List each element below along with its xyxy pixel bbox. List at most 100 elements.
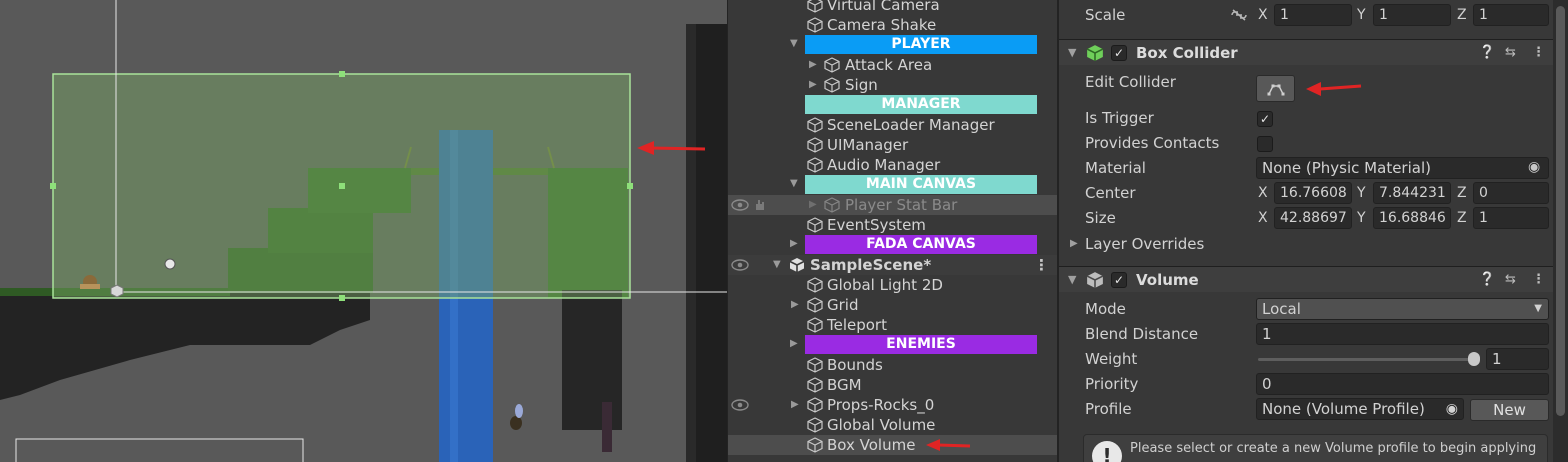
gameobject-cube-icon [807,357,823,373]
hierarchy-item-eventsystem[interactable]: EventSystem [728,215,1057,235]
hierarchy-item-global-light-2d[interactable]: Global Light 2D [728,275,1057,295]
expand-arrow-icon[interactable]: ▶ [790,334,798,354]
hierarchy-item-bounds[interactable]: Bounds [728,355,1057,375]
scrollbar-thumb[interactable] [1556,6,1565,416]
scale-x-field[interactable]: 1 [1274,4,1352,26]
profile-object-field[interactable]: None (Volume Profile) ◉ [1256,398,1464,420]
center-y-field[interactable]: 7.844231 [1373,182,1451,204]
hierarchy-item-sceneloader-manager[interactable]: SceneLoader Manager [728,115,1057,135]
preset-sliders-icon[interactable]: ⇆ [1505,43,1516,63]
scale-label: Scale [1085,6,1126,24]
hierarchy-item-player-stat-bar[interactable]: ▶ Player Stat Bar [728,195,1057,215]
volume-header[interactable]: ▼ ✓ Volume ❔ ⇆ ⋮ [1059,266,1568,292]
scale-z-field[interactable]: 1 [1473,4,1549,26]
preset-sliders-icon[interactable]: ⇆ [1505,270,1516,290]
inspector-panel[interactable]: Scale X 1 Y 1 Z 1 ▼ ✓ Box Collider ❔ ⇆ ⋮… [1057,0,1568,462]
hierarchy-item-label: Camera Shake [827,16,937,34]
inspector-scrollbar[interactable] [1553,0,1568,462]
hierarchy-header-main-canvas[interactable]: ▼ MAIN CANVAS [728,174,1057,194]
expand-arrow-icon[interactable]: ▶ [809,195,817,215]
hierarchy-item-label: EventSystem [827,216,926,234]
priority-field[interactable]: 0 [1256,373,1549,395]
visibility-eye-icon[interactable] [731,397,749,413]
pick-disabled-hand-icon[interactable] [753,198,767,212]
expand-arrow-icon[interactable]: ▶ [791,395,799,415]
size-y-field[interactable]: 16.68846 [1373,207,1451,229]
constrain-proportions-link-icon[interactable] [1230,8,1248,22]
new-profile-button[interactable]: New [1470,399,1549,421]
expand-arrow-icon[interactable]: ▼ [773,255,781,275]
gameobject-cube-icon [807,437,823,453]
object-picker-icon[interactable]: ◉ [1528,159,1540,175]
component-menu-kebab-icon[interactable]: ⋮ [1532,43,1545,63]
weight-slider-thumb[interactable] [1468,352,1480,366]
gameobject-cube-icon [807,17,823,33]
visibility-eye-icon[interactable] [731,257,749,273]
hierarchy-item-attack-area[interactable]: ▶ Attack Area [728,55,1057,75]
help-icon[interactable]: ❔ [1479,270,1495,290]
help-icon[interactable]: ❔ [1479,43,1495,63]
gameobject-cube-icon [807,137,823,153]
center-x-field[interactable]: 16.76608 [1274,182,1352,204]
material-object-field[interactable]: None (Physic Material) [1256,157,1549,179]
expand-arrow-icon[interactable]: ▶ [809,75,817,95]
foldout-arrow-icon[interactable]: ▼ [1068,270,1076,290]
component-menu-kebab-icon[interactable]: ⋮ [1532,270,1545,290]
rock-column-right [686,24,727,462]
hierarchy-header-fada-canvas[interactable]: ▶ FADA CANVAS [728,234,1057,254]
hierarchy-item-box-volume[interactable]: Box Volume [728,435,1057,455]
expand-arrow-icon[interactable]: ▶ [791,295,799,315]
hierarchy-header-manager[interactable]: MANAGER [728,94,1057,114]
center-z-field[interactable]: 0 [1473,182,1549,204]
is-trigger-checkbox[interactable]: ✓ [1257,111,1273,127]
provides-contacts-checkbox[interactable] [1257,136,1273,152]
size-x-field[interactable]: 42.88697 [1274,207,1352,229]
hierarchy-item-global-volume[interactable]: Global Volume [728,415,1057,435]
hierarchy-item-grid[interactable]: ▶ Grid [728,295,1057,315]
object-picker-icon[interactable]: ◉ [1446,399,1458,419]
hierarchy-item-label: Bounds [827,356,883,374]
gameobject-cube-icon [807,157,823,173]
hierarchy-item-camera-shake[interactable]: Camera Shake [728,15,1057,35]
expand-arrow-icon[interactable]: ▼ [790,174,798,194]
layer-overrides-label[interactable]: Layer Overrides [1085,234,1204,254]
scale-y-field[interactable]: 1 [1373,4,1451,26]
edit-collider-button[interactable] [1256,75,1295,102]
weight-field[interactable]: 1 [1486,348,1549,370]
weight-slider-track[interactable] [1258,358,1474,361]
hierarchy-item-bgm[interactable]: BGM [728,375,1057,395]
gameobject-cube-icon [807,317,823,333]
hierarchy-item-teleport[interactable]: Teleport [728,315,1057,335]
hierarchy-item-props-rocks[interactable]: ▶ Props-Rocks_0 [728,395,1057,415]
layer-overrides-foldout-icon[interactable]: ▶ [1070,234,1078,254]
hierarchy-panel[interactable]: Virtual Camera Camera Shake ▼ PLAYER ▶ A… [727,0,1057,462]
hierarchy-item-sign[interactable]: ▶ Sign [728,75,1057,95]
expand-arrow-icon[interactable]: ▼ [790,34,798,54]
hierarchy-item-audio-manager[interactable]: Audio Manager [728,155,1057,175]
edit-collider-icon [1267,84,1285,96]
help-box: ! Please select or create a new Volume p… [1083,434,1548,462]
scene-view[interactable] [0,0,727,462]
gameobject-cube-icon [807,297,823,313]
axis-z-label: Z [1457,7,1467,23]
hierarchy-item-uimanager[interactable]: UIManager [728,135,1057,155]
hierarchy-scene-samplescene[interactable]: ▼ SampleScene* ⋮ [728,255,1057,275]
mode-dropdown[interactable]: Local ▼ [1256,298,1549,320]
gameobject-cube-icon [824,197,840,213]
mode-value: Local [1262,300,1301,318]
foldout-arrow-icon[interactable]: ▼ [1068,43,1076,63]
expand-arrow-icon[interactable]: ▶ [809,55,817,75]
hidden-eye-icon[interactable] [731,197,749,213]
size-z-field[interactable]: 1 [1473,207,1549,229]
scene-canvas[interactable] [0,0,727,462]
box-collider-header[interactable]: ▼ ✓ Box Collider ❔ ⇆ ⋮ [1059,39,1568,65]
hierarchy-header-enemies[interactable]: ▶ ENEMIES [728,334,1057,354]
expand-arrow-icon[interactable]: ▶ [790,234,798,254]
hierarchy-header-player[interactable]: ▼ PLAYER [728,34,1057,54]
box-collider-gizmo[interactable] [50,71,633,301]
volume-enabled-checkbox[interactable]: ✓ [1111,272,1127,288]
scene-menu-kebab-icon[interactable]: ⋮ [1034,255,1049,275]
box-collider-enabled-checkbox[interactable]: ✓ [1111,45,1127,61]
hierarchy-item-virtual-camera[interactable]: Virtual Camera [728,0,1057,15]
blend-distance-field[interactable]: 1 [1256,323,1549,345]
